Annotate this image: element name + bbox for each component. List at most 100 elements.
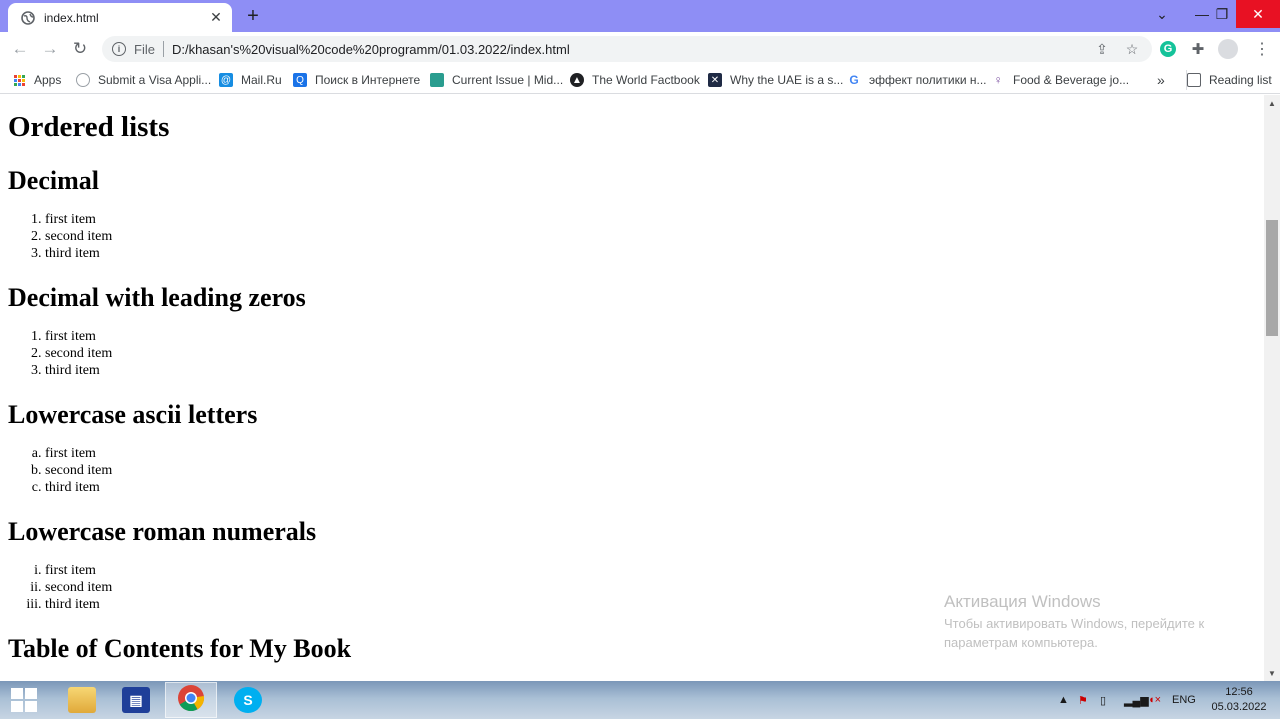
ordered-list-decimal-leading-zeros: first item second item third item — [45, 328, 351, 379]
start-button[interactable] — [8, 686, 38, 714]
list-item: second item — [45, 579, 351, 596]
close-tab-icon[interactable]: ✕ — [208, 9, 224, 26]
url-text[interactable]: D:/khasan's%20visual%20code%20programm/0… — [172, 42, 570, 57]
bookmark-world-factbook[interactable]: ▲ The World Factbook — [570, 70, 700, 90]
clock-time: 12:56 — [1225, 686, 1253, 698]
tab-index-html[interactable]: index.html ✕ — [8, 3, 232, 32]
bookmark-current-issue[interactable]: Current Issue | Mid... — [430, 70, 563, 90]
page-title: Ordered lists — [8, 111, 170, 143]
list-item: second item — [45, 345, 351, 362]
scheme-label: File — [134, 41, 155, 57]
show-hidden-icons-icon[interactable]: ▲ — [1058, 681, 1069, 719]
list-item: first item — [45, 328, 351, 345]
close-window-button[interactable]: ✕ — [1236, 0, 1280, 28]
list-item: third item — [45, 479, 351, 496]
grammarly-extension-icon[interactable]: G — [1158, 39, 1178, 59]
list-item: third item — [45, 245, 351, 262]
bookmark-star-icon[interactable]: ☆ — [1120, 36, 1144, 62]
tab-title: index.html — [44, 10, 99, 25]
bookmark-label: Поиск в Интернете — [315, 73, 421, 87]
reading-list-button[interactable]: Reading list — [1186, 70, 1272, 90]
taskbar-file-explorer[interactable] — [56, 682, 108, 718]
bookmarks-overflow-button[interactable]: » — [1157, 70, 1165, 90]
windows-taskbar: ▤ S ▲ ⚑ ▯ ▂▄▆ ◖× ENG 12:56 05.03.2022 — [0, 681, 1280, 719]
list-item: third item — [45, 596, 351, 613]
skype-icon: S — [234, 687, 262, 713]
volume-muted-icon[interactable]: ◖× — [1148, 681, 1161, 719]
bookmark-label: The World Factbook — [592, 73, 700, 87]
section-heading-lowercase-letters: Lowercase ascii letters — [8, 400, 258, 429]
scroll-up-arrow-icon[interactable]: ▲ — [1264, 95, 1280, 111]
info-icon[interactable]: i — [112, 42, 126, 56]
new-tab-button[interactable]: + — [241, 5, 265, 27]
section-heading-decimal-leading-zeros: Decimal with leading zeros — [8, 283, 306, 312]
ordered-list-lowercase-roman: first item second item third item — [45, 562, 351, 613]
page-content: Ordered lists Decimal first item second … — [8, 95, 351, 663]
globe-icon — [20, 10, 36, 26]
activation-line-2: параметрам компьютера. — [944, 635, 1098, 650]
share-icon[interactable]: ⇪ — [1090, 36, 1114, 62]
journal-icon — [430, 73, 444, 87]
reload-button[interactable]: ↻ — [68, 37, 92, 61]
restore-button[interactable]: ❐ — [1204, 0, 1240, 28]
tab-search-chevron-icon[interactable]: ⌄ — [1150, 0, 1174, 28]
ordered-list-lowercase-letters: first item second item third item — [45, 445, 351, 496]
taskbar-skype[interactable]: S — [222, 682, 274, 718]
list-item: second item — [45, 228, 351, 245]
taskbar-clock[interactable]: 12:56 05.03.2022 — [1206, 685, 1272, 715]
taskbar-chrome[interactable] — [165, 682, 217, 718]
bookmark-food-beverage[interactable]: ♀ Food & Beverage jo... — [991, 70, 1130, 90]
jobs-icon: ♀ — [993, 73, 1003, 87]
activation-line-1: Чтобы активировать Windows, перейдите к — [944, 616, 1205, 631]
bookmark-label: Mail.Ru — [241, 73, 282, 87]
forward-button[interactable]: → — [38, 37, 62, 61]
bookmark-apps[interactable]: Apps — [12, 70, 61, 90]
bookmark-label: Current Issue | Mid... — [452, 73, 564, 87]
factbook-icon: ▲ — [570, 73, 584, 87]
bookmark-label: Submit a Visa Appli... — [98, 73, 212, 87]
list-item: first item — [45, 445, 351, 462]
menu-kebab-icon[interactable]: ⋮ — [1252, 39, 1272, 59]
security-flag-icon[interactable]: ⚑ — [1078, 681, 1088, 719]
device-icon[interactable]: ▯ — [1100, 681, 1106, 719]
visa-site-icon — [76, 73, 90, 87]
browser-toolbar: ← → ↻ i File D:/khasan's%20visual%20code… — [0, 32, 1280, 66]
language-indicator[interactable]: ENG — [1172, 681, 1196, 719]
bookmark-uae-article[interactable]: ✕ Why the UAE is a s... — [708, 70, 843, 90]
bookmark-label: Apps — [34, 73, 62, 87]
bookmark-label: Food & Beverage jo... — [1013, 73, 1130, 87]
scroll-thumb[interactable] — [1266, 220, 1278, 336]
clock-date: 05.03.2022 — [1211, 701, 1267, 713]
floppy-disk-icon: ▤ — [122, 687, 150, 713]
list-item: third item — [45, 362, 351, 379]
address-bar[interactable]: i File D:/khasan's%20visual%20code%20pro… — [102, 36, 1152, 62]
section-heading-table-of-contents: Table of Contents for My Book — [8, 634, 352, 663]
taskbar-save-app[interactable]: ▤ — [110, 682, 162, 718]
reading-list-label: Reading list — [1209, 73, 1272, 87]
profile-avatar[interactable] — [1218, 39, 1238, 59]
signal-icon[interactable]: ▂▄▆ — [1124, 681, 1149, 719]
bookmark-google-search[interactable]: G эффект политики н... — [847, 70, 986, 90]
back-button[interactable]: ← — [8, 37, 32, 61]
list-item: second item — [45, 462, 351, 479]
apps-grid-icon — [12, 73, 26, 87]
bookmark-search[interactable]: Q Поиск в Интернете — [293, 70, 420, 90]
section-heading-lowercase-roman: Lowercase roman numerals — [8, 517, 317, 546]
chrome-icon — [177, 684, 205, 717]
activation-title: Активация Windows — [944, 592, 1101, 611]
scroll-down-arrow-icon[interactable]: ▼ — [1264, 665, 1280, 681]
article-icon: ✕ — [708, 73, 722, 87]
windows-activation-watermark: Активация Windows Чтобы активировать Win… — [944, 592, 1204, 652]
list-item: first item — [45, 562, 351, 579]
address-divider — [162, 41, 164, 57]
tab-strip: index.html ✕ + ⌄ — ❐ ✕ — [0, 0, 1280, 32]
bookmark-mailru[interactable]: @ Mail.Ru — [219, 70, 282, 90]
windows-logo-icon — [11, 688, 23, 699]
vertical-scrollbar[interactable]: ▲ ▼ — [1264, 95, 1280, 681]
search-site-icon: Q — [293, 73, 307, 87]
extensions-puzzle-icon[interactable]: ✚ — [1188, 39, 1208, 59]
google-icon: G — [849, 73, 859, 87]
mailru-icon: @ — [219, 73, 233, 87]
bookmark-label: Why the UAE is a s... — [730, 73, 844, 87]
bookmark-visa[interactable]: Submit a Visa Appli... — [76, 70, 211, 90]
